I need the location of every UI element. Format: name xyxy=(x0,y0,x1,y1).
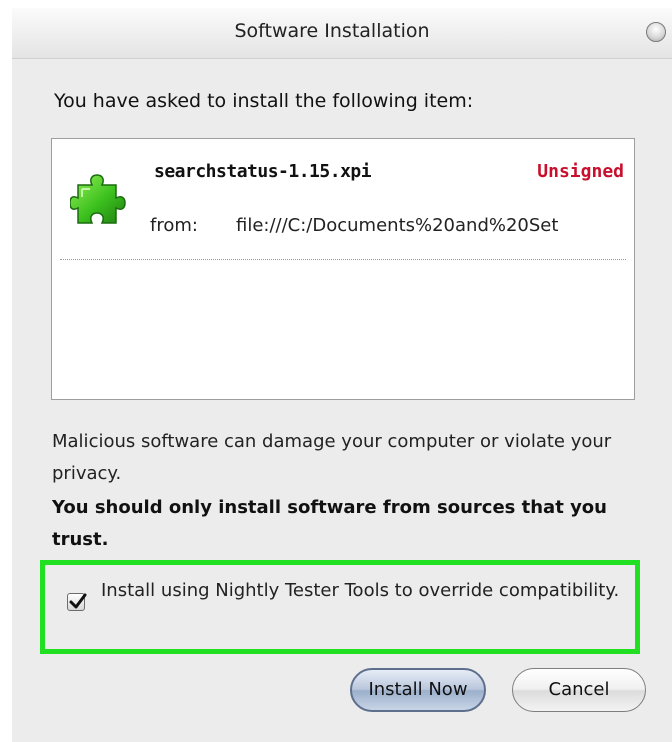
intro-text: You have asked to install the following … xyxy=(54,90,474,112)
checkmark-icon xyxy=(69,593,87,609)
item-filename: searchstatus-1.15.xpi xyxy=(154,161,372,182)
puzzle-piece-icon xyxy=(70,174,126,224)
cancel-button[interactable]: Cancel xyxy=(512,668,646,712)
source-url: file:///C:/Documents%20and%20Set xyxy=(236,215,559,236)
override-compatibility-label[interactable]: Install using Nightly Tester Tools to ov… xyxy=(101,575,621,607)
trust-warning: You should only install software from so… xyxy=(52,497,607,550)
malicious-warning: Malicious software can damage your compu… xyxy=(52,431,612,484)
from-label: from: xyxy=(150,215,198,236)
dialog-title: Software Installation xyxy=(234,20,430,42)
title-bar: Software Installation xyxy=(12,8,672,59)
install-item-list: searchstatus-1.15.xpi Unsigned from: fil… xyxy=(51,138,635,400)
compatibility-override-highlight: Install using Nightly Tester Tools to ov… xyxy=(40,560,640,654)
software-installation-dialog: Software Installation You have asked to … xyxy=(12,8,672,742)
unsigned-badge: Unsigned xyxy=(537,161,624,182)
close-button[interactable] xyxy=(646,22,666,42)
override-compatibility-checkbox[interactable] xyxy=(67,593,87,611)
install-now-button[interactable]: Install Now xyxy=(350,668,486,712)
item-separator xyxy=(60,259,626,260)
